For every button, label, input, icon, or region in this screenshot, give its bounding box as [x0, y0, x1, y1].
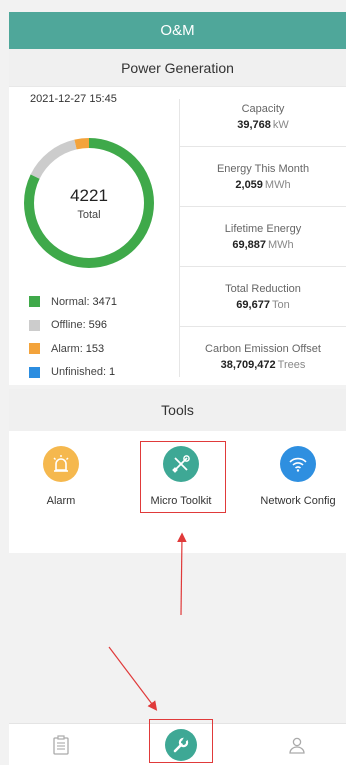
stat-unit: MWh — [264, 178, 291, 191]
stat-unit: MWh — [267, 238, 294, 251]
stat-value: 2,059 — [235, 178, 263, 191]
highlight-box — [140, 441, 226, 513]
donut-center: 4221 Total — [19, 133, 159, 273]
legend-label: Alarm: — [51, 342, 83, 355]
header-title: O&M — [160, 22, 195, 39]
stat-value-row: 39,768 kW — [237, 119, 289, 131]
tool-label: Alarm — [46, 495, 76, 507]
bottom-tab-bar — [9, 719, 346, 765]
timestamp: 2021-12-27 15:45 — [30, 93, 117, 105]
legend-swatch — [29, 343, 40, 355]
tools-section-title: Tools — [9, 389, 346, 431]
stat-value-row: 2,059 MWh — [235, 179, 290, 191]
legend-item-alarm[interactable]: Alarm: 153 — [29, 337, 117, 361]
total-value: 4221 — [70, 185, 108, 205]
tool-label: Network Config — [260, 495, 336, 507]
legend-label: Unfinished: — [51, 366, 107, 379]
stat-unit: Trees — [277, 359, 306, 371]
legend-value: 1 — [109, 366, 116, 379]
legend-value: 3471 — [92, 295, 117, 308]
stat-label: Lifetime Energy — [224, 222, 302, 235]
tools-panel: Alarm Micro Toolkit Network Config — [9, 431, 346, 553]
app-header: O&M — [9, 12, 346, 49]
tool-network-config[interactable]: Network Config — [253, 446, 343, 507]
stat-capacity: Capacity 39,768 kW — [180, 87, 346, 147]
stat-value: 39,768 — [237, 118, 271, 131]
stat-value: 69,677 — [236, 298, 270, 311]
stat-value-row: 69,887 MWh — [232, 239, 293, 251]
legend-value: 596 — [88, 319, 108, 332]
status-legend: Normal: 3471 Offline: 596 Alarm: 153 Unf… — [29, 290, 117, 384]
stat-value-row: 69,677 Ton — [236, 299, 289, 311]
power-generation-panel: Power Generation 2021-12-27 15:45 4221 T… — [9, 49, 346, 385]
stat-label: Total Reduction — [225, 282, 301, 295]
stat-value-row: 38,709,472 Trees — [221, 359, 306, 371]
tab-profile[interactable] — [267, 724, 327, 765]
legend-item-unfinished[interactable]: Unfinished: 1 — [29, 361, 117, 385]
stat-value: 69,887 — [232, 238, 266, 251]
stat-lifetime-energy: Lifetime Energy 69,887 MWh — [180, 207, 346, 267]
power-generation-title: Power Generation — [9, 49, 346, 87]
stat-value: 38,709,472 — [220, 359, 276, 371]
tool-alarm[interactable]: Alarm — [16, 446, 106, 507]
total-label: Total — [77, 208, 101, 221]
user-icon — [289, 737, 305, 754]
stat-unit: Ton — [271, 298, 290, 311]
legend-label: Normal: — [51, 295, 90, 308]
stat-total-reduction: Total Reduction 69,677 Ton — [180, 267, 346, 327]
wifi-icon — [280, 446, 316, 482]
highlight-box — [149, 719, 213, 763]
legend-item-normal[interactable]: Normal: 3471 — [29, 290, 117, 314]
legend-value: 153 — [85, 342, 105, 355]
stat-unit: kW — [272, 118, 289, 131]
tools-title: Tools — [161, 402, 194, 418]
stat-energy-this-month: Energy This Month 2,059 MWh — [180, 147, 346, 207]
tab-reports[interactable] — [31, 724, 91, 765]
stat-carbon-emission-offset: Carbon Emission Offset 38,709,472 Trees — [180, 327, 346, 387]
stat-label: Energy This Month — [216, 162, 310, 175]
stat-label: Carbon Emission Offset — [205, 343, 321, 355]
legend-swatch — [29, 366, 40, 378]
stats-column: Capacity 39,768 kW Energy This Month 2,05… — [180, 87, 346, 387]
stat-label: Capacity — [241, 102, 285, 115]
empty-area — [9, 553, 346, 723]
clipboard-icon — [53, 735, 69, 755]
legend-swatch — [29, 319, 40, 331]
alarm-light-icon — [43, 446, 79, 482]
legend-swatch — [29, 296, 40, 308]
legend-label: Offline: — [51, 319, 86, 332]
legend-item-offline[interactable]: Offline: 596 — [29, 314, 117, 338]
